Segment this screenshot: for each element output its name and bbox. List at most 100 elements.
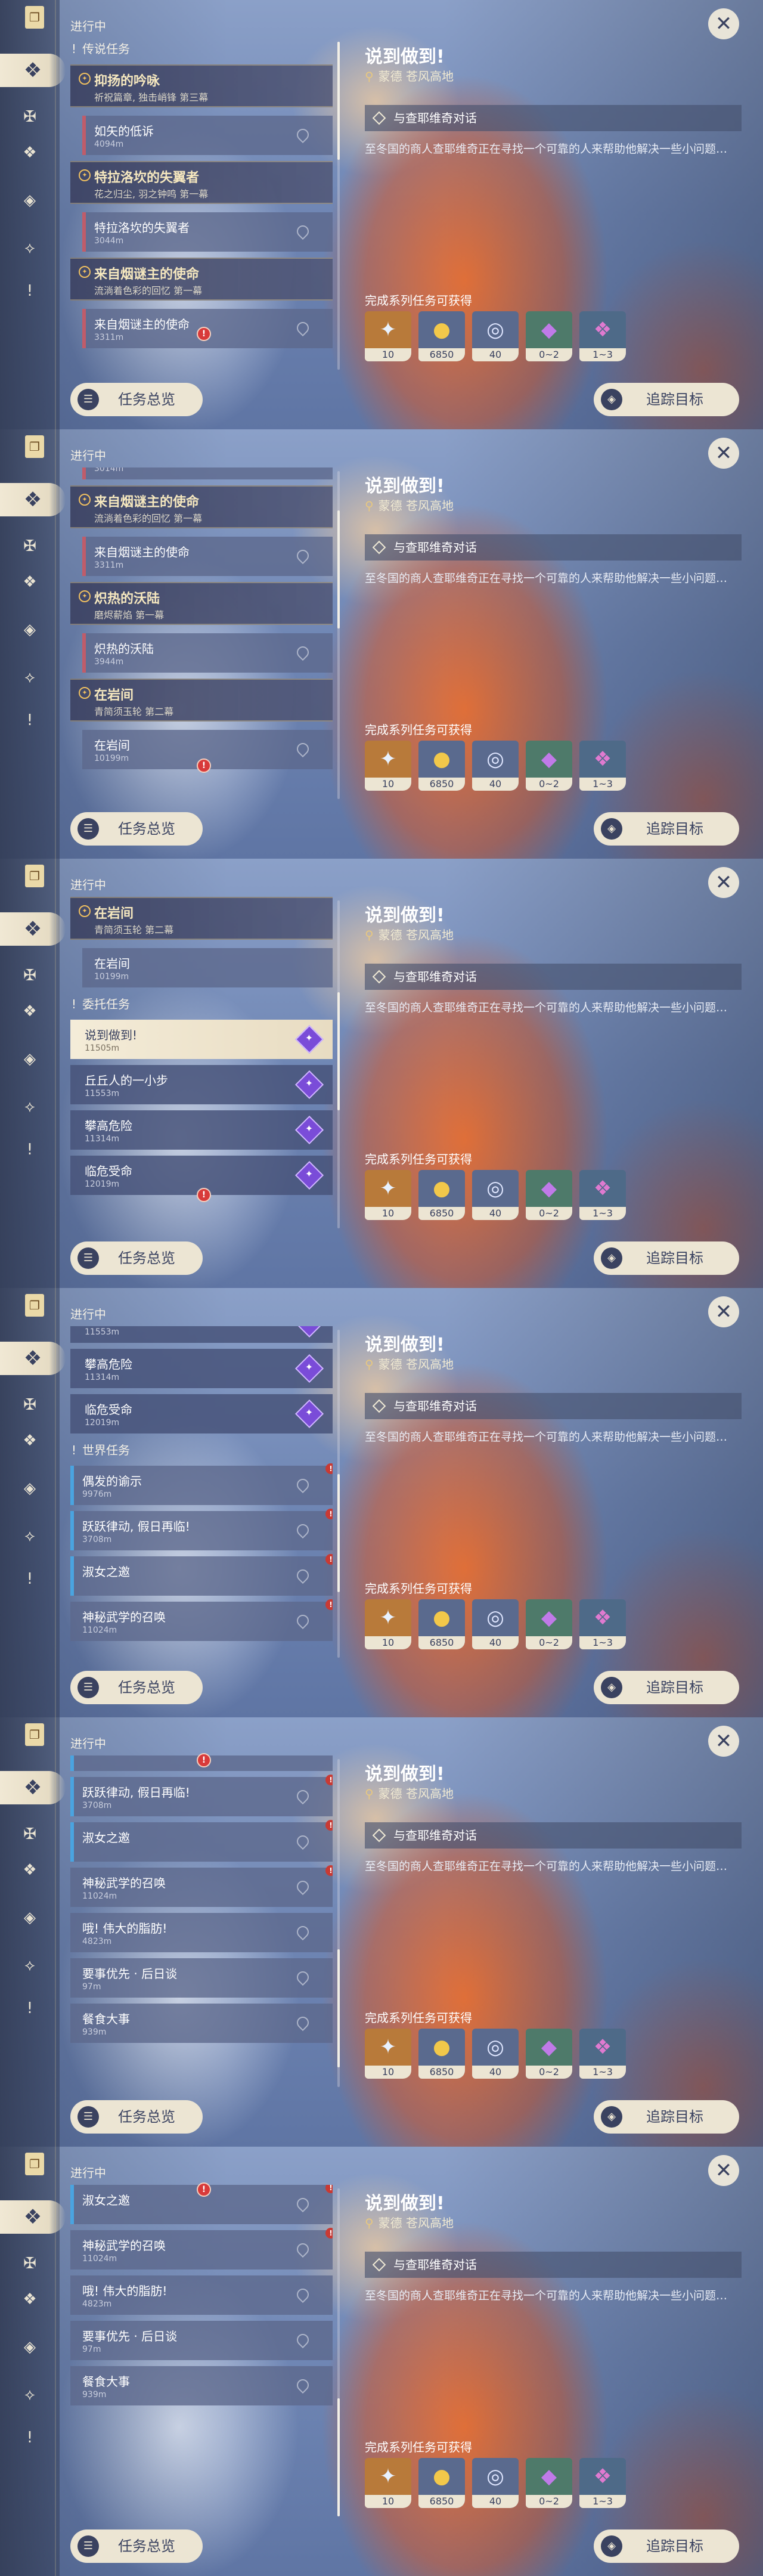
quest-book-icon[interactable]: ❐ [25, 6, 44, 29]
reward-item[interactable]: ● 6850 [418, 1170, 465, 1220]
quest-overview-button[interactable]: ☰ 任务总览 [70, 2529, 203, 2563]
quest-item[interactable]: 来自烟谜主的使命 3311m [82, 537, 333, 576]
quest-item[interactable]: 要事优先 · 后日谈 97m [70, 1958, 333, 1998]
inazuma-icon[interactable]: ❖ [19, 2289, 41, 2310]
reward-item[interactable]: ◎ 40 [472, 2029, 519, 2079]
reward-item[interactable]: ● 6850 [418, 2458, 465, 2508]
inazuma-icon[interactable]: ❖ [19, 1001, 41, 1022]
quest-item[interactable]: 淑女之邀! [70, 1554, 333, 1596]
quest-item[interactable]: 如矢的低诉 4094m [82, 116, 333, 155]
reward-item[interactable]: ◆ 0~2 [526, 2029, 572, 2079]
reward-item[interactable]: ● 6850 [418, 311, 465, 361]
map-pin-icon[interactable] [294, 740, 312, 758]
liyue-icon[interactable]: ✠ [19, 106, 41, 128]
map-pin-icon[interactable] [294, 2286, 312, 2303]
quest-item[interactable]: 餐食大事 939m [70, 2366, 333, 2405]
quest-item[interactable]: 偶发的谕示 9976m! [70, 1463, 333, 1505]
fontaine-icon[interactable]: ⟡ [19, 2384, 41, 2405]
reward-item[interactable]: ◎ 40 [472, 1599, 519, 1649]
liyue-icon[interactable]: ✠ [19, 535, 41, 557]
reward-item[interactable]: ❖ 1~3 [579, 2458, 626, 2508]
quest-chapter[interactable]: ✦ 特拉洛坎的失翼者 花之归尘, 羽之钟鸣 第一幕 [70, 161, 333, 204]
fontaine-icon[interactable]: ⟡ [19, 667, 41, 688]
mondstadt-icon[interactable]: ❖ [0, 2200, 66, 2234]
quest-chapter[interactable]: ✦ 在岩间 青简须玉轮 第二幕 [70, 897, 333, 940]
list-scrollbar[interactable] [337, 471, 340, 799]
map-pin-icon[interactable] [294, 1566, 312, 1584]
quest-overview-button[interactable]: ☰ 任务总览 [70, 1241, 203, 1275]
map-pin-icon[interactable] [294, 2331, 312, 2349]
alert-icon[interactable]: ! [19, 710, 41, 731]
scrollbar-thumb[interactable] [337, 1474, 340, 1592]
scrollbar-thumb[interactable] [337, 2398, 340, 2516]
liyue-icon[interactable]: ✠ [19, 2253, 41, 2274]
map-pin-icon[interactable] [294, 2195, 312, 2213]
sumeru-icon[interactable]: ◈ [19, 619, 41, 640]
quest-book-icon[interactable]: ❐ [25, 435, 44, 458]
reward-item[interactable]: ❖ 1~3 [579, 1170, 626, 1220]
quest-overview-button[interactable]: ☰ 任务总览 [70, 812, 203, 846]
map-pin-icon[interactable] [294, 1832, 312, 1850]
quest-item[interactable]: 特拉洛坎的失翼者 3044m [82, 212, 333, 252]
reward-item[interactable]: ❖ 1~3 [579, 2029, 626, 2079]
liyue-icon[interactable]: ✠ [19, 1823, 41, 1845]
inazuma-icon[interactable]: ❖ [19, 1859, 41, 1881]
quest-list[interactable]: 丘丘人的一小步11553m 攀高危险 11314m 临危受命12019m! 世界任务偶发… [70, 1326, 333, 1672]
quest-item[interactable]: 神秘武学的召唤 11024m! [70, 1865, 333, 1907]
reward-item[interactable]: ❖ 1~3 [579, 311, 626, 361]
quest-book-icon[interactable]: ❐ [25, 1723, 44, 1746]
quest-item[interactable]: 神秘武学的召唤 11024m! [70, 2228, 333, 2270]
mondstadt-icon[interactable]: ❖ [0, 912, 66, 946]
reward-item[interactable]: ● 6850 [418, 741, 465, 791]
scrollbar-thumb[interactable] [337, 42, 340, 160]
sumeru-icon[interactable]: ◈ [19, 2336, 41, 2358]
mondstadt-icon[interactable]: ❖ [0, 54, 66, 87]
alert-icon[interactable]: ! [19, 2427, 41, 2448]
liyue-icon[interactable]: ✠ [19, 965, 41, 986]
quest-book-icon[interactable]: ❐ [25, 2153, 44, 2175]
list-scrollbar[interactable] [337, 42, 340, 370]
reward-item[interactable]: ✦ 10 [365, 1170, 411, 1220]
mondstadt-icon[interactable]: ❖ [0, 483, 66, 516]
reward-item[interactable]: ◎ 40 [472, 311, 519, 361]
reward-item[interactable]: ◎ 40 [472, 1170, 519, 1220]
inazuma-icon[interactable]: ❖ [19, 571, 41, 593]
reward-item[interactable]: ◎ 40 [472, 741, 519, 791]
reward-item[interactable]: ◆ 0~2 [526, 1170, 572, 1220]
quest-item[interactable]: 要事优先 · 后日谈 97m [70, 2321, 333, 2360]
map-pin-icon[interactable] [294, 1476, 312, 1494]
quest-item[interactable]: 餐食大事 939m [70, 2004, 333, 2043]
map-pin-icon[interactable] [294, 1787, 312, 1805]
map-pin-icon[interactable] [294, 547, 312, 565]
quest-item[interactable]: 哦! 伟大的脂肪! 4823m [70, 1913, 333, 1952]
reward-item[interactable]: ◎ 40 [472, 2458, 519, 2508]
list-scrollbar[interactable] [337, 1759, 340, 2087]
quest-overview-button[interactable]: ☰ 任务总览 [70, 2100, 203, 2134]
reward-item[interactable]: ◆ 0~2 [526, 741, 572, 791]
reward-item[interactable]: ✦ 10 [365, 741, 411, 791]
list-scrollbar[interactable] [337, 1330, 340, 1658]
sumeru-icon[interactable]: ◈ [19, 190, 41, 211]
quest-item[interactable]: 跃跃律动, 假日再临! 3708m! [70, 1509, 333, 1550]
map-pin-icon[interactable] [294, 319, 312, 337]
map-pin-icon[interactable] [294, 126, 312, 144]
fontaine-icon[interactable]: ⟡ [19, 237, 41, 259]
commission-item[interactable]: 攀高危险 11314m [70, 1349, 333, 1388]
alert-icon[interactable]: ! [19, 280, 41, 302]
map-pin-icon[interactable] [294, 2240, 312, 2258]
reward-item[interactable]: ◆ 0~2 [526, 311, 572, 361]
quest-chapter[interactable]: ✦ 炽热的沃陆 磨烬薪焰 第一幕 [70, 582, 333, 625]
quest-item[interactable]: 炽热的沃陆 3944m [82, 633, 333, 673]
fontaine-icon[interactable]: ⟡ [19, 1096, 41, 1117]
quest-item[interactable]: 在岩间 10199m [82, 948, 333, 987]
reward-item[interactable]: ✦ 10 [365, 1599, 411, 1649]
map-pin-icon[interactable] [294, 222, 312, 240]
quest-list[interactable]: 跃跃律动, 假日再临! 3708m! 淑女之邀! 神秘武学的召唤 11024m! 哦! 伟… [70, 1755, 333, 2101]
alert-icon[interactable]: ! [19, 1139, 41, 1160]
inazuma-icon[interactable]: ❖ [19, 1430, 41, 1451]
liyue-icon[interactable]: ✠ [19, 1394, 41, 1416]
alert-icon[interactable]: ! [19, 1998, 41, 2019]
commission-item[interactable]: 临危受命 12019m [70, 1394, 333, 1433]
quest-overview-button[interactable]: ☰ 任务总览 [70, 383, 203, 416]
quest-book-icon[interactable]: ❐ [25, 1294, 44, 1317]
